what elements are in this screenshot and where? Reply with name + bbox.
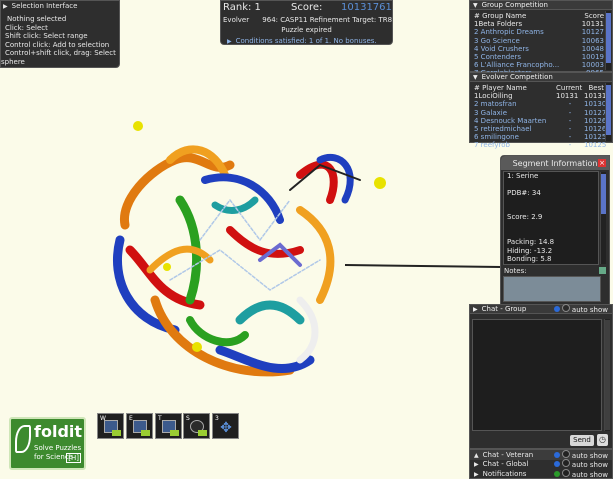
sidechain-tool-button[interactable]: S [183,413,210,439]
chat-group-title: Chat - Group [481,305,527,313]
list-item[interactable]: 6 smilingone -10125 [474,133,606,141]
auto-show-label: auto show [571,306,608,314]
list-item[interactable]: 5 retiredmichael -10126 [474,125,606,133]
info-icon[interactable] [553,461,560,468]
list-item[interactable]: 1LociOiling 10131 10131 [474,92,606,100]
score-panel: Rank: 1 Score: 10131761 Evolver 964: CAS… [220,0,393,45]
settings-icon[interactable]: ◷ [597,434,608,446]
segment-name: 1: Serine [507,172,539,180]
foldit-logo[interactable]: foldit Solve Puzzles for Science [H] [9,417,86,470]
protein-structure-icon [112,145,361,377]
conditions-text: Conditions satisfied: 1 of 1. No bonuses… [235,37,377,45]
chat-group-panel: ▶ Chat - Group auto show Send ◷ [469,304,613,449]
auto-show-checkbox[interactable] [561,304,570,312]
chat-global-row[interactable]: ▶ Chat - Global auto show [470,459,612,469]
wiggle-tool-button[interactable]: W [97,413,124,439]
segment-hiding: Hiding: -13.2 [507,246,553,255]
auto-show-checkbox[interactable] [561,459,570,468]
selection-hint: Click: Select [5,23,48,32]
expand-arrow-icon: ▲ [474,451,479,459]
list-item[interactable]: 2 matosfran -10130 [474,100,606,108]
notes-edit-icon[interactable] [599,267,606,274]
evolver-competition-title: Evolver Competition [481,73,553,81]
list-item[interactable]: 2 Anthropic Dreams 10127 [474,28,604,36]
chat-log[interactable] [472,319,602,431]
info-icon[interactable] [553,306,560,312]
segment-packing: Packing: 14.8 [507,238,555,247]
scrollbar[interactable] [605,11,611,70]
score-value: 10131761 [341,1,392,13]
puzzle-status: Puzzle expired [281,26,332,34]
group-competition-title: Group Competition [481,1,548,9]
collapse-arrow-icon[interactable]: ▶ [3,3,8,10]
column-header-current: Current [556,84,583,92]
auto-show-checkbox[interactable] [561,449,570,458]
selection-hint: sphere [1,57,25,66]
selection-hint: Control+shift click, drag: Select [5,49,116,57]
notifications-row[interactable]: ▶ Notifications auto show [470,468,612,479]
selection-interface-title: Selection Interface [11,2,78,10]
chat-tabs: ▲ Chat - Veteran auto show ▶ Chat - Global… [469,449,613,479]
selection-hint: Shift click: Select range [5,32,88,40]
foldit-badge: [H] [66,453,81,463]
list-item[interactable]: 7 reefyrob -10125 [474,141,606,149]
list-item[interactable]: 5 Contenders 10019 [474,53,604,61]
auto-show-checkbox[interactable] [561,468,570,477]
notification-icon[interactable] [553,470,560,477]
expand-arrow-icon: ▶ [227,37,232,45]
column-header-name: # Player Name [474,84,527,92]
evolver-competition-panel: ▼ Evolver Competition # Player Name Curre… [469,72,613,149]
column-header-name: # Group Name [474,12,527,20]
collapse-arrow-icon[interactable]: ▼ [473,74,478,81]
segment-score: Score: 2.9 [507,213,543,222]
send-button[interactable]: Send [570,435,594,446]
column-header-score: Score [584,12,604,20]
scrollbar[interactable] [605,83,611,141]
expand-arrow-icon[interactable]: ▶ [473,306,478,313]
list-item[interactable]: 4 Desnouck Maarten -10126 [474,117,606,125]
tweak-tool-button[interactable]: T [155,413,182,439]
scrollbar[interactable] [604,319,610,431]
evolver-label: Evolver [223,16,250,24]
foldit-leaf-icon [15,425,31,453]
foldit-tagline: Solve Puzzles [34,444,82,452]
puzzle-title: 964: CASP11 Refinement Target: TR848 [262,16,392,24]
move-tool-button[interactable]: 3 ✥ [212,413,239,439]
info-icon[interactable] [553,451,560,458]
scrollbar[interactable] [600,172,606,264]
foldit-wordmark: foldit [34,422,83,441]
expand-arrow-icon: ▶ [474,470,479,478]
close-icon[interactable]: × [598,159,606,167]
notes-field[interactable] [503,276,601,302]
segment-information-title: Segment Information [512,158,598,168]
collapse-arrow-icon[interactable]: ▼ [473,2,478,9]
selection-interface-panel: ▶ Selection Interface Nothing selected C… [0,0,120,68]
segment-bonding: Bonding: 5.8 [507,254,552,263]
segment-information-panel: Segment Information × 1: Serine PDB#: 34… [500,155,610,305]
segment-pdb: PDB#: 34 [507,188,541,197]
list-item[interactable]: 4 Void Crushers 10048 [474,45,604,53]
chat-veteran-row[interactable]: ▲ Chat - Veteran auto show [470,449,612,460]
conditions-toggle[interactable]: ▶ Conditions satisfied: 1 of 1. No bonus… [221,37,392,45]
rank-label: Rank: 1 [223,1,261,13]
list-item[interactable]: 6 L'Alliance Francopho... 10003 [474,61,604,69]
list-item[interactable]: 1Beta Folders 10131 [474,20,604,28]
list-item[interactable]: 3 Go Science 10063 [474,37,604,45]
shake-tool-button[interactable]: E [126,413,153,439]
selection-hint: Control click: Add to selection [5,40,110,49]
column-header-best: Best [588,84,604,92]
selection-status: Nothing selected [7,15,67,23]
expand-arrow-icon: ▶ [474,461,479,469]
list-item[interactable]: 3 Galaxie -10127 [474,109,606,117]
move-arrows-icon: ✥ [220,420,232,436]
score-label: Score: [291,1,323,13]
group-competition-panel: ▼ Group Competition # Group Name Score 1B… [469,0,613,77]
notes-label: Notes: [504,267,527,275]
